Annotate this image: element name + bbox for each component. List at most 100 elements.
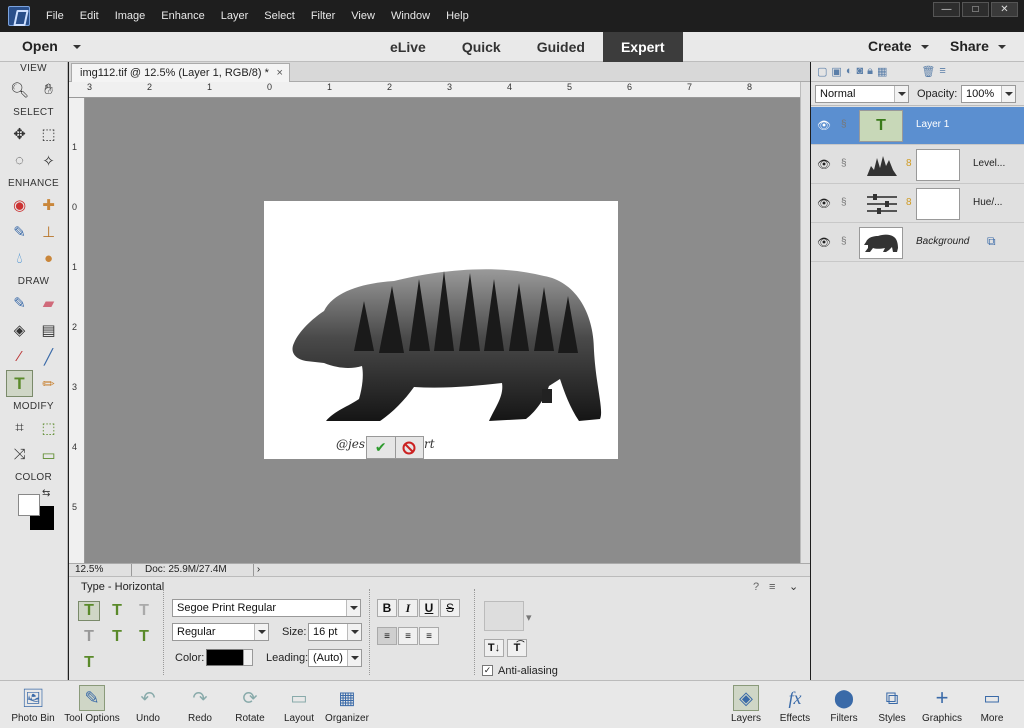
mask-link-icon[interactable]: 8	[906, 158, 912, 169]
dropdown-arrow-icon[interactable]	[347, 650, 361, 666]
layer-row-background[interactable]: 👁︎ § Background ⧉	[811, 224, 1024, 262]
styles-button[interactable]: ⧉ Styles	[874, 681, 910, 728]
share-button[interactable]: Share	[950, 38, 989, 54]
marquee-tool-icon[interactable]: ⬚	[35, 120, 62, 147]
text-on-shape-icon[interactable]: T	[133, 627, 155, 647]
layers-menu-icon[interactable]: ≡	[939, 65, 945, 78]
blur-tool-icon[interactable]: 💧︎	[6, 245, 33, 272]
smart-brush-tool-icon[interactable]: ✎	[6, 218, 33, 245]
visibility-eye-icon[interactable]: 👁︎	[817, 158, 831, 171]
commit-check-icon[interactable]: ✔	[367, 437, 396, 458]
vertical-scrollbar[interactable]	[800, 82, 810, 563]
align-right-icon[interactable]: ≡	[419, 627, 439, 645]
document-image[interactable]: @jes rt	[264, 201, 618, 459]
content-aware-move-tool-icon[interactable]: ⤨	[6, 441, 33, 468]
redo-button[interactable]: ↷ Redo	[182, 681, 218, 728]
dropdown-arrow-icon[interactable]	[346, 600, 360, 616]
dropdown-arrow-icon[interactable]	[347, 624, 361, 640]
dropdown-arrow-icon[interactable]	[1001, 86, 1015, 102]
magic-wand-tool-icon[interactable]: ✧	[35, 147, 62, 174]
menu-edit[interactable]: Edit	[72, 10, 107, 22]
menu-file[interactable]: File	[38, 10, 72, 22]
horizontal-type-mask-icon[interactable]: T	[133, 601, 155, 621]
horizontal-type-tool-icon[interactable]: T	[6, 370, 33, 397]
lock-all-icon[interactable]: 🔒︎	[867, 65, 873, 78]
align-left-icon[interactable]: ≡	[377, 627, 397, 645]
crop-tool-icon[interactable]: ⌗	[6, 414, 33, 441]
more-button[interactable]: ▭ More	[974, 681, 1010, 728]
vertical-type-icon[interactable]: T	[106, 601, 128, 621]
red-eye-tool-icon[interactable]: ◉	[6, 191, 33, 218]
layer-row-hue-saturation[interactable]: 👁︎ § 8 Hue/...	[811, 185, 1024, 223]
layer-row-layer-1[interactable]: 👁︎ § T Layer 1	[811, 107, 1024, 145]
menu-enhance[interactable]: Enhance	[153, 10, 212, 22]
create-button[interactable]: Create	[868, 38, 912, 54]
share-dropdown-icon[interactable]	[998, 45, 1006, 53]
hand-tool-icon[interactable]: ✋︎	[35, 76, 62, 103]
help-icon[interactable]: ?	[753, 581, 759, 593]
link-icon[interactable]: §	[841, 119, 847, 130]
close-document-icon[interactable]: ×	[276, 64, 282, 82]
warp-text-icon[interactable]: T͡	[507, 639, 527, 657]
mode-tab-expert[interactable]: Expert	[602, 32, 683, 62]
collapse-panel-icon[interactable]: ⌄	[789, 580, 798, 593]
mode-tab-quick[interactable]: Quick	[444, 32, 519, 62]
effects-button[interactable]: fx Effects	[776, 681, 814, 728]
dropdown-arrow-icon[interactable]	[254, 624, 268, 640]
delete-layer-icon[interactable]: 🗑︎	[921, 65, 935, 78]
spot-healing-tool-icon[interactable]: ✚	[35, 191, 62, 218]
cancel-icon[interactable]	[396, 437, 424, 458]
font-family-select[interactable]: Segoe Print Regular	[172, 599, 361, 617]
new-group-icon[interactable]: ▣	[831, 65, 841, 78]
bold-button[interactable]: B	[377, 599, 397, 617]
link-icon[interactable]: §	[841, 197, 847, 208]
gradient-tool-icon[interactable]: ▤	[35, 316, 62, 343]
filters-button[interactable]: ⬤ Filters	[826, 681, 862, 728]
lock-transparent-icon[interactable]: ▦	[877, 65, 887, 78]
menu-filter[interactable]: Filter	[303, 10, 343, 22]
horizontal-type-icon[interactable]: T	[78, 601, 100, 621]
add-layer-mask-icon[interactable]: ◙	[856, 65, 863, 78]
menu-layer[interactable]: Layer	[213, 10, 257, 22]
move-tool-icon[interactable]: ✥	[6, 120, 33, 147]
layer-row-levels[interactable]: 👁︎ § 8 Level...	[811, 146, 1024, 184]
graphics-button[interactable]: + Graphics	[920, 681, 964, 728]
foreground-color-swatch[interactable]	[18, 494, 40, 516]
link-icon[interactable]: §	[841, 236, 847, 247]
text-on-selection-icon[interactable]: T	[106, 627, 128, 647]
lasso-tool-icon[interactable]: ◌	[6, 147, 33, 174]
rotate-button[interactable]: ⟳ Rotate	[230, 681, 270, 728]
font-size-select[interactable]: 16 pt	[308, 623, 362, 641]
photo-bin-button[interactable]: 🖼︎ Photo Bin	[8, 681, 58, 728]
organizer-button[interactable]: ▦ Organizer	[322, 681, 372, 728]
open-dropdown-icon[interactable]	[73, 45, 81, 53]
vertical-type-mask-icon[interactable]: T	[78, 627, 100, 647]
strikethrough-button[interactable]: S	[440, 599, 460, 617]
dropdown-arrow-icon[interactable]	[894, 86, 908, 102]
font-style-select[interactable]: Regular	[172, 623, 269, 641]
recompose-tool-icon[interactable]: ⬚	[35, 414, 62, 441]
text-on-path-icon[interactable]: T	[78, 653, 100, 673]
eraser-tool-icon[interactable]: ▰	[35, 289, 62, 316]
menu-view[interactable]: View	[343, 10, 383, 22]
pencil-tool-icon[interactable]: ✏︎	[35, 370, 62, 397]
zoom-level[interactable]: 12.5%	[75, 564, 103, 575]
link-icon[interactable]: §	[841, 158, 847, 169]
color-dropdown-icon[interactable]	[243, 649, 253, 666]
create-dropdown-icon[interactable]	[921, 45, 929, 53]
close-window-button[interactable]: ✕	[991, 2, 1018, 17]
straighten-tool-icon[interactable]: ▭	[35, 441, 62, 468]
visibility-eye-icon[interactable]: 👁︎	[817, 197, 831, 210]
anti-aliasing-checkbox[interactable]: ✓	[482, 665, 493, 676]
menu-image[interactable]: Image	[107, 10, 154, 22]
paint-bucket-tool-icon[interactable]: ◈	[6, 316, 33, 343]
text-style-swatch[interactable]	[484, 601, 524, 631]
mask-link-icon[interactable]: 8	[906, 197, 912, 208]
menu-help[interactable]: Help	[438, 10, 477, 22]
sponge-tool-icon[interactable]: ●	[35, 245, 62, 272]
italic-button[interactable]: I	[398, 599, 418, 617]
tool-options-button[interactable]: ✎ Tool Options	[62, 681, 122, 728]
new-adjustment-layer-icon[interactable]: ◐	[846, 65, 853, 78]
text-color-swatch[interactable]	[206, 649, 244, 666]
style-dropdown-icon[interactable]: ▾	[526, 611, 532, 624]
